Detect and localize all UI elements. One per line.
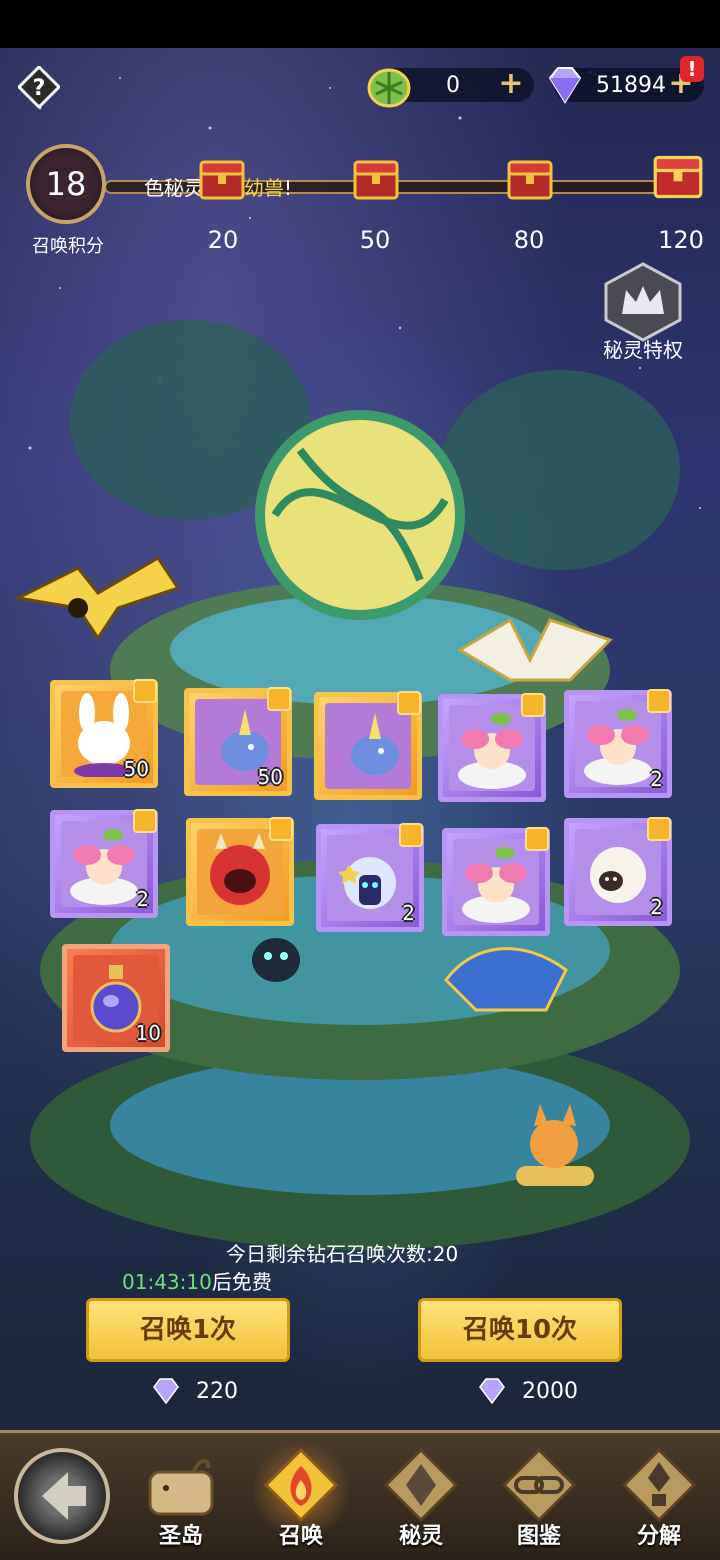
reward-quantity: 50 <box>123 757 149 781</box>
milestone-label: 120 <box>658 226 704 254</box>
nav-item-codex[interactable]: 图鉴 <box>484 1440 594 1552</box>
nav-item-label: 秘灵 <box>398 1524 443 1549</box>
red-horned-monster-icon <box>197 829 283 915</box>
shard-badge <box>133 679 157 703</box>
announcement-suffix: ! <box>284 176 293 200</box>
leaf-currency-bar: 0 + <box>367 68 534 108</box>
summon-ten-button[interactable]: 召唤10次 <box>418 1298 622 1362</box>
summon-flame-icon <box>264 1448 338 1522</box>
free-summon-countdown: 01:43:10后免费 <box>122 1266 272 1295</box>
shard-badge <box>521 693 545 717</box>
announcement-prefix: 色秘灵 <box>144 176 204 200</box>
reward-card[interactable] <box>186 817 294 926</box>
shard-badge <box>399 823 423 847</box>
fox-creature-on-cannon <box>516 1104 594 1186</box>
add-leaf-currency-button[interactable]: + <box>498 69 524 99</box>
nav-item-decompose[interactable]: 分解 <box>604 1440 714 1552</box>
countdown-timer: 01:43:10 <box>122 1270 212 1294</box>
shard-badge <box>647 689 671 713</box>
alert-badge: ! <box>680 56 704 82</box>
reward-card[interactable]: 10 <box>62 944 170 1052</box>
flower-sprout-creature-icon <box>453 839 539 925</box>
shadow-cub-creature <box>252 938 300 982</box>
summon-ten-cost: 2000 <box>476 1376 578 1406</box>
reward-chest-icon[interactable] <box>198 158 246 202</box>
reward-chest-icon[interactable] <box>506 158 554 202</box>
nav-item-label: 召唤 <box>278 1524 323 1549</box>
summon-ten-cost-value: 2000 <box>522 1378 578 1404</box>
summon-once-cost-value: 220 <box>196 1378 238 1404</box>
reward-card[interactable]: 2 <box>50 809 158 918</box>
summon-once-cost: 220 <box>150 1376 238 1406</box>
milestone-label: 20 <box>207 226 239 254</box>
reward-quantity: 2 <box>650 895 663 919</box>
diamond-currency-value: 51894 <box>596 72 666 98</box>
cloud-bunny-icon <box>327 835 413 921</box>
milestone-label: 50 <box>359 226 391 254</box>
milestone-label: 80 <box>513 226 545 254</box>
shard-badge <box>397 691 421 715</box>
diamond-icon <box>153 1378 179 1405</box>
shard-badge <box>267 687 291 711</box>
reward-card[interactable]: 2 <box>564 689 672 798</box>
reward-quantity: 2 <box>136 887 149 911</box>
back-button[interactable] <box>14 1448 110 1544</box>
reward-quantity: 50 <box>257 765 283 789</box>
flower-sprout-creature-icon <box>575 701 661 787</box>
shard-badge <box>647 817 671 841</box>
nav-item-label: 圣岛 <box>158 1524 203 1549</box>
svg-text:?: ? <box>33 76 46 101</box>
diamond-icon <box>548 67 582 104</box>
countdown-suffix: 后免费 <box>211 1270 272 1294</box>
unicorn-dragon-icon <box>325 703 411 789</box>
crown-icon[interactable] <box>600 262 686 342</box>
leaf-currency-value: 0 <box>446 72 460 98</box>
spirit-diamond-icon <box>384 1448 458 1522</box>
chain-link-icon <box>502 1448 576 1522</box>
summon-once-button[interactable]: 召唤1次 <box>86 1298 290 1362</box>
reward-quantity: 2 <box>650 767 663 791</box>
reward-card[interactable]: 50 <box>184 687 292 796</box>
grand-reward-chest-icon[interactable] <box>652 152 704 202</box>
reward-card[interactable] <box>438 693 546 802</box>
reward-quantity: 10 <box>135 1021 161 1045</box>
shard-badge <box>269 817 293 841</box>
reward-card[interactable] <box>314 691 422 800</box>
nav-item-spirit[interactable]: 秘灵 <box>366 1440 476 1552</box>
flower-sprout-creature-icon <box>61 821 147 907</box>
whale-island-icon <box>148 1459 214 1516</box>
fluffy-sheep-icon <box>575 829 661 915</box>
nav-item-label: 图鉴 <box>516 1524 561 1549</box>
leaf-currency-icon <box>367 68 411 108</box>
reward-card[interactable]: 2 <box>564 817 672 926</box>
reward-card[interactable]: 50 <box>50 679 158 788</box>
golden-bird-creature <box>13 555 181 641</box>
reward-chest-icon[interactable] <box>352 158 400 202</box>
reward-card[interactable] <box>442 827 550 936</box>
diamond-icon <box>479 1378 505 1405</box>
back-arrow-icon <box>42 1472 86 1520</box>
nav-item-holy-island[interactable]: 圣岛 <box>126 1440 236 1552</box>
help-icon[interactable]: ? <box>18 66 60 108</box>
shard-badge <box>133 809 157 833</box>
summon-points-value: 18 <box>45 165 87 203</box>
status-bar <box>0 0 720 48</box>
remaining-summons-text: 今日剩余钻石召唤次数:20 <box>226 1242 459 1266</box>
decompose-gem-icon <box>622 1448 696 1522</box>
flower-sprout-creature-icon <box>449 705 535 791</box>
spirit-privilege-label[interactable]: 秘灵特权 <box>588 334 698 363</box>
reward-card[interactable]: 2 <box>316 823 424 932</box>
nav-item-label: 分解 <box>636 1524 681 1549</box>
reward-quantity: 2 <box>402 901 415 925</box>
summon-points-label: 召唤积分 <box>32 236 104 257</box>
nav-item-summon[interactable]: 召唤 <box>246 1440 356 1552</box>
shard-badge <box>525 827 549 851</box>
